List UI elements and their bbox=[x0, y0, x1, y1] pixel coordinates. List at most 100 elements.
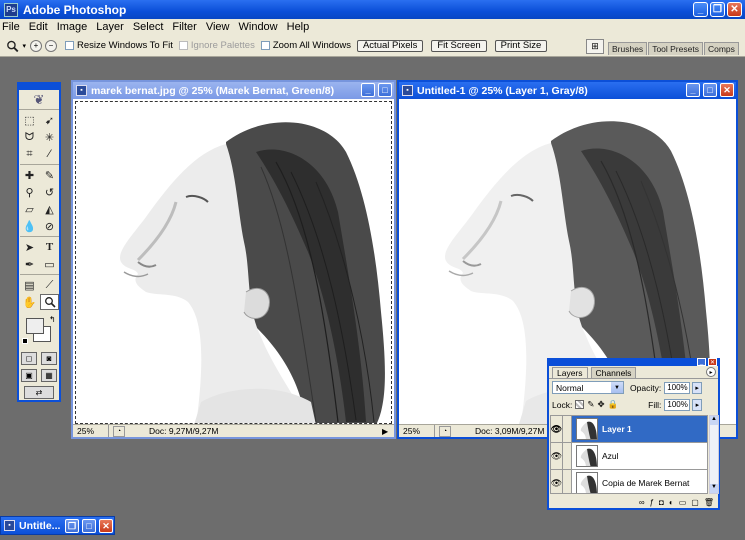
tab-channels[interactable]: Channels bbox=[590, 367, 637, 378]
menu-file[interactable]: File bbox=[2, 21, 20, 33]
opacity-slider-icon[interactable]: ▸ bbox=[692, 381, 703, 394]
pen-tool-icon[interactable]: ✒ bbox=[20, 256, 39, 272]
lock-position-icon[interactable]: ✥ bbox=[597, 399, 604, 410]
hand-tool-icon[interactable]: ✋ bbox=[20, 294, 39, 310]
default-colors-icon[interactable] bbox=[22, 338, 28, 344]
healing-brush-tool-icon[interactable]: ✚ bbox=[20, 167, 39, 183]
crop-tool-icon[interactable]: ⌗ bbox=[20, 146, 39, 162]
brush-tool-icon[interactable]: ✎ bbox=[40, 167, 59, 183]
fill-field[interactable]: 100% bbox=[664, 398, 691, 411]
well-tab-tool-presets[interactable]: Tool Presets bbox=[648, 42, 703, 55]
doc2-status-menu-icon[interactable]: ◔ bbox=[439, 425, 451, 437]
menu-layer[interactable]: Layer bbox=[96, 21, 124, 33]
blur-tool-icon[interactable]: 💧 bbox=[20, 218, 39, 234]
lock-image-icon[interactable]: ✎ bbox=[587, 399, 594, 410]
layers-scrollbar[interactable]: ▲ ▼ bbox=[709, 415, 719, 494]
close-button[interactable]: ✕ bbox=[727, 2, 742, 17]
layers-close-button[interactable]: ✕ bbox=[708, 358, 717, 366]
well-tab-brushes[interactable]: Brushes bbox=[608, 42, 648, 55]
palette-menu-icon[interactable]: ▸ bbox=[706, 367, 716, 377]
opacity-field[interactable]: 100% bbox=[664, 381, 691, 394]
menu-view[interactable]: View bbox=[206, 21, 230, 33]
blend-mode-select[interactable]: Normal ▼ bbox=[552, 381, 624, 394]
screen-mode-full-menu-icon[interactable]: ▦ bbox=[41, 369, 57, 382]
adjustment-layer-icon[interactable]: ◐ bbox=[669, 498, 674, 507]
lock-all-icon[interactable]: 🔒 bbox=[608, 399, 619, 410]
doc2-minimize-button[interactable]: _ bbox=[686, 83, 700, 97]
doc2-maximize-button[interactable]: □ bbox=[703, 83, 717, 97]
path-selection-tool-icon[interactable]: ➤ bbox=[20, 239, 39, 255]
zoom-out-icon[interactable]: − bbox=[45, 39, 57, 52]
canvas-marek-bernat[interactable] bbox=[75, 101, 392, 424]
notes-tool-icon[interactable]: ▤ bbox=[20, 277, 39, 293]
screen-mode-standard-icon[interactable]: ▣ bbox=[21, 369, 37, 382]
ignore-palettes-checkbox[interactable]: Ignore Palettes bbox=[178, 40, 255, 51]
minimized-close-button[interactable]: ✕ bbox=[99, 519, 113, 533]
new-group-icon[interactable]: ▭ bbox=[679, 498, 687, 507]
eye-icon[interactable]: 👁 bbox=[551, 470, 563, 493]
eye-icon[interactable]: 👁 bbox=[551, 443, 563, 469]
zoom-tool-icon[interactable] bbox=[40, 294, 59, 310]
doc1-status-menu-icon[interactable]: ◔ bbox=[113, 425, 125, 437]
menu-select[interactable]: Select bbox=[133, 21, 164, 33]
marquee-tool-icon[interactable]: ⬚ bbox=[20, 112, 39, 128]
eraser-tool-icon[interactable]: ▱ bbox=[20, 201, 39, 217]
fit-screen-button[interactable]: Fit Screen bbox=[431, 39, 487, 52]
lock-transparent-icon[interactable] bbox=[575, 400, 585, 409]
brush-link-icon[interactable] bbox=[563, 416, 572, 442]
restore-button[interactable]: ❐ bbox=[710, 2, 725, 17]
history-brush-tool-icon[interactable]: ↺ bbox=[40, 184, 59, 200]
shape-tool-icon[interactable]: ▭ bbox=[40, 256, 59, 272]
layer-style-icon[interactable]: ƒ bbox=[650, 498, 654, 507]
move-tool-icon[interactable]: ➹ bbox=[40, 112, 59, 128]
doc2-close-button[interactable]: ✕ bbox=[720, 83, 734, 97]
doc1-maximize-button[interactable]: □ bbox=[378, 83, 392, 97]
menu-image[interactable]: Image bbox=[57, 21, 88, 33]
menu-window[interactable]: Window bbox=[239, 21, 278, 33]
print-size-button[interactable]: Print Size bbox=[494, 39, 548, 52]
menu-filter[interactable]: Filter bbox=[172, 21, 196, 33]
minimize-button[interactable]: _ bbox=[693, 2, 708, 17]
zoom-in-icon[interactable]: + bbox=[30, 39, 42, 52]
eyedropper-tool-icon[interactable]: ⟋ bbox=[40, 277, 59, 293]
dodge-tool-icon[interactable]: ⊘ bbox=[40, 218, 59, 234]
layer-row-azul[interactable]: 👁 Azul bbox=[551, 443, 707, 470]
standard-mode-icon[interactable]: ◻ bbox=[21, 352, 37, 365]
eye-icon[interactable]: 👁 bbox=[551, 416, 563, 442]
doc2-zoom-field[interactable]: 25% bbox=[399, 425, 435, 437]
minimized-maximize-button[interactable]: □ bbox=[82, 519, 96, 533]
fill-slider-icon[interactable]: ▸ bbox=[692, 398, 703, 411]
jump-to-imageready-icon[interactable]: ⇄ bbox=[24, 386, 54, 399]
scroll-down-icon[interactable]: ▼ bbox=[710, 484, 718, 493]
paint-bucket-tool-icon[interactable]: ◭ bbox=[40, 201, 59, 217]
tab-layers[interactable]: Layers bbox=[552, 367, 588, 378]
scroll-up-icon[interactable]: ▲ bbox=[710, 416, 718, 425]
menu-help[interactable]: Help bbox=[287, 21, 310, 33]
foreground-color-swatch[interactable] bbox=[26, 318, 44, 334]
link-layers-icon[interactable]: ∞ bbox=[639, 498, 645, 507]
doc1-status-arrow-icon[interactable]: ▶ bbox=[382, 427, 394, 436]
delete-layer-icon[interactable]: 🗑 bbox=[704, 498, 714, 507]
actual-pixels-button[interactable]: Actual Pixels bbox=[356, 39, 424, 52]
layer-row-layer-1[interactable]: 👁 Layer 1 bbox=[551, 416, 707, 443]
add-mask-icon[interactable]: ◘ bbox=[659, 498, 664, 507]
minimized-restore-button[interactable]: ❐ bbox=[65, 519, 79, 533]
well-tab-comps[interactable]: Comps bbox=[703, 42, 739, 55]
layer-row-copia-de-marek-bernat[interactable]: 👁 Copia de Marek Bernat bbox=[551, 470, 707, 493]
quick-mask-mode-icon[interactable]: ◙ bbox=[41, 352, 57, 365]
lasso-tool-icon[interactable]: ᗢ bbox=[20, 129, 39, 145]
zoom-tool-preset-icon[interactable]: ▾ bbox=[6, 37, 26, 55]
layers-minimize-button[interactable]: _ bbox=[697, 358, 706, 366]
file-browser-icon[interactable]: ⊞ bbox=[586, 39, 604, 54]
minimized-document[interactable]: ▪ Untitle... ❐ □ ✕ bbox=[0, 516, 115, 535]
clone-stamp-tool-icon[interactable]: ⚲ bbox=[20, 184, 39, 200]
magic-wand-tool-icon[interactable]: ✳ bbox=[40, 129, 59, 145]
swap-colors-icon[interactable]: ↰ bbox=[49, 315, 56, 324]
new-layer-icon[interactable]: ▢ bbox=[691, 498, 699, 507]
resize-windows-checkbox[interactable]: Resize Windows To Fit bbox=[65, 40, 173, 51]
doc1-minimize-button[interactable]: _ bbox=[361, 83, 375, 97]
zoom-all-windows-checkbox[interactable]: Zoom All Windows bbox=[260, 40, 351, 51]
type-tool-icon[interactable]: T bbox=[40, 239, 59, 255]
brush-link-icon[interactable] bbox=[563, 443, 572, 469]
doc1-zoom-field[interactable]: 25% bbox=[73, 425, 109, 437]
